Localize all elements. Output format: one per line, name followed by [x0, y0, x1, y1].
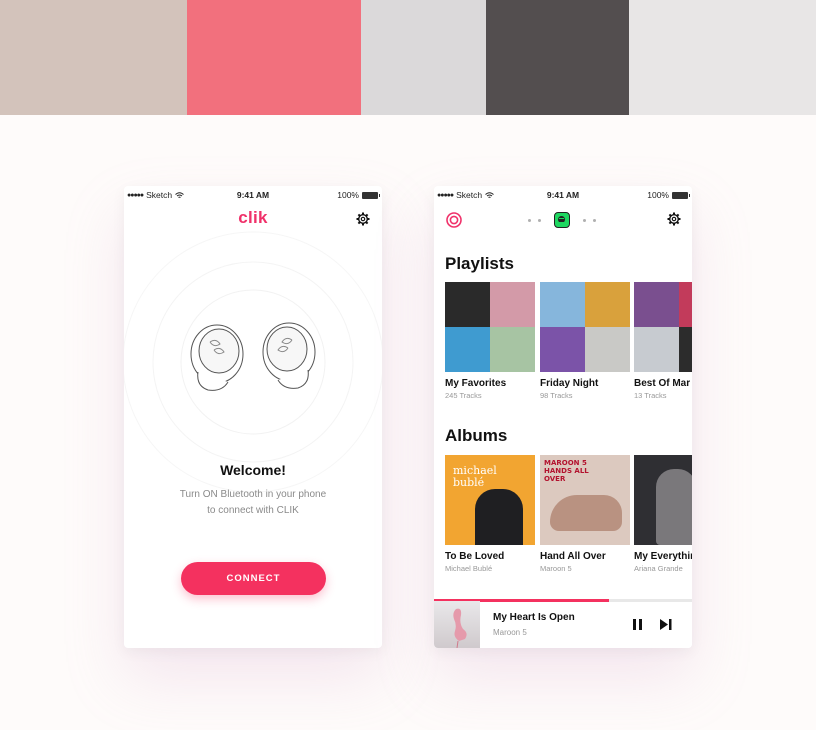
playlist-track-count: 245 Tracks: [445, 391, 482, 400]
album-tile: [540, 282, 585, 327]
status-bar: ●●●●● Sketch 9:41 AM 100%: [124, 186, 382, 204]
album-tile: [585, 327, 630, 372]
albums-heading: Albums: [445, 426, 508, 445]
playlist-title: Friday Night: [540, 378, 599, 389]
album-tile: [540, 327, 585, 372]
connect-button[interactable]: CONNECT: [181, 562, 326, 595]
playlist-artwork: [445, 282, 535, 372]
settings-gear-icon[interactable]: [356, 212, 370, 226]
album-artist: Michael Bublé: [445, 564, 493, 573]
album-cover-text: michael bublé: [453, 464, 497, 489]
playlist-track-count: 13 Tracks: [634, 391, 667, 400]
album-card[interactable]: michael bublé To Be Loved Michael Bublé: [445, 455, 535, 573]
swatch: [0, 0, 187, 115]
album-tile: [585, 282, 630, 327]
album-artist: Ariana Grande: [634, 564, 683, 573]
album-cover: michael bublé: [445, 455, 535, 545]
source-pager[interactable]: [528, 212, 596, 228]
swatch: [629, 0, 816, 115]
playlist-artwork: [634, 282, 692, 372]
swatch: [187, 0, 361, 115]
playlist-title: Best Of Mar: [634, 378, 691, 389]
album-tile: [490, 327, 535, 372]
playlist-artwork: [540, 282, 630, 372]
instruction-text: to connect with CLIK: [207, 505, 299, 516]
playlists-heading: Playlists: [445, 254, 514, 273]
playlist-card[interactable]: Friday Night 98 Tracks: [540, 282, 630, 400]
album-cover: [634, 455, 692, 545]
earbuds-illustration: [190, 322, 316, 391]
album-title: Hand All Over: [540, 551, 606, 562]
status-bar: ●●●●● Sketch 9:41 AM 100%: [434, 186, 692, 204]
swatch: [361, 0, 486, 115]
pager-dot: [593, 218, 596, 222]
album-cover-text: MAROON 5 HANDS ALL OVER: [544, 459, 589, 483]
album-card[interactable]: MAROON 5 HANDS ALL OVER Hand All Over Ma…: [540, 455, 630, 573]
pager-dot: [528, 218, 531, 222]
album-title: My Everythin: [634, 551, 692, 562]
album-cover: MAROON 5 HANDS ALL OVER: [540, 455, 630, 545]
pause-icon[interactable]: [633, 619, 642, 630]
playlist-card[interactable]: Best Of Mar 13 Tracks: [634, 282, 692, 400]
flamingo-art: [453, 608, 467, 648]
album-cover-figure: [656, 469, 692, 545]
music-screen: ●●●●● Sketch 9:41 AM 100% Playlists My F…: [434, 186, 692, 648]
skip-next-icon[interactable]: [660, 619, 672, 630]
album-tile: [634, 327, 679, 372]
album-tile: [679, 282, 692, 327]
album-tile: [634, 282, 679, 327]
welcome-heading: Welcome!: [220, 462, 286, 478]
app-logo: clik: [238, 208, 268, 227]
album-card[interactable]: My Everythin Ariana Grande: [634, 455, 692, 573]
pager-dot: [538, 218, 541, 222]
instruction-text: Turn ON Bluetooth in your phone: [179, 489, 327, 500]
swatch: [486, 0, 629, 115]
album-tile: [490, 282, 535, 327]
album-tile: [445, 282, 490, 327]
battery-icon: [362, 191, 380, 199]
album-cover-figure: [550, 495, 622, 531]
settings-gear-icon[interactable]: [667, 212, 681, 226]
album-artist: Maroon 5: [540, 564, 572, 573]
pager-dot: [583, 218, 586, 222]
now-playing-bar[interactable]: My Heart Is Open Maroon 5: [434, 599, 692, 648]
spotify-icon[interactable]: [554, 212, 570, 228]
now-playing-title: My Heart Is Open: [493, 612, 575, 623]
playlist-card[interactable]: My Favorites 245 Tracks: [445, 282, 535, 400]
now-playing-artist: Maroon 5: [493, 628, 527, 637]
connect-screen: ●●●●● Sketch 9:41 AM 100% clik Welcome! …: [124, 186, 382, 648]
clik-app-icon[interactable]: [446, 212, 462, 228]
color-palette: [0, 0, 816, 115]
playlist-title: My Favorites: [445, 378, 507, 389]
album-tile: [679, 327, 692, 372]
battery-label: 100%: [337, 190, 359, 200]
playlist-track-count: 98 Tracks: [540, 391, 573, 400]
now-playing-artwork: [434, 601, 480, 648]
album-cover-figure: [475, 489, 523, 545]
battery-label: 100%: [647, 190, 669, 200]
album-title: To Be Loved: [445, 551, 505, 562]
album-tile: [445, 327, 490, 372]
battery-icon: [672, 191, 690, 199]
